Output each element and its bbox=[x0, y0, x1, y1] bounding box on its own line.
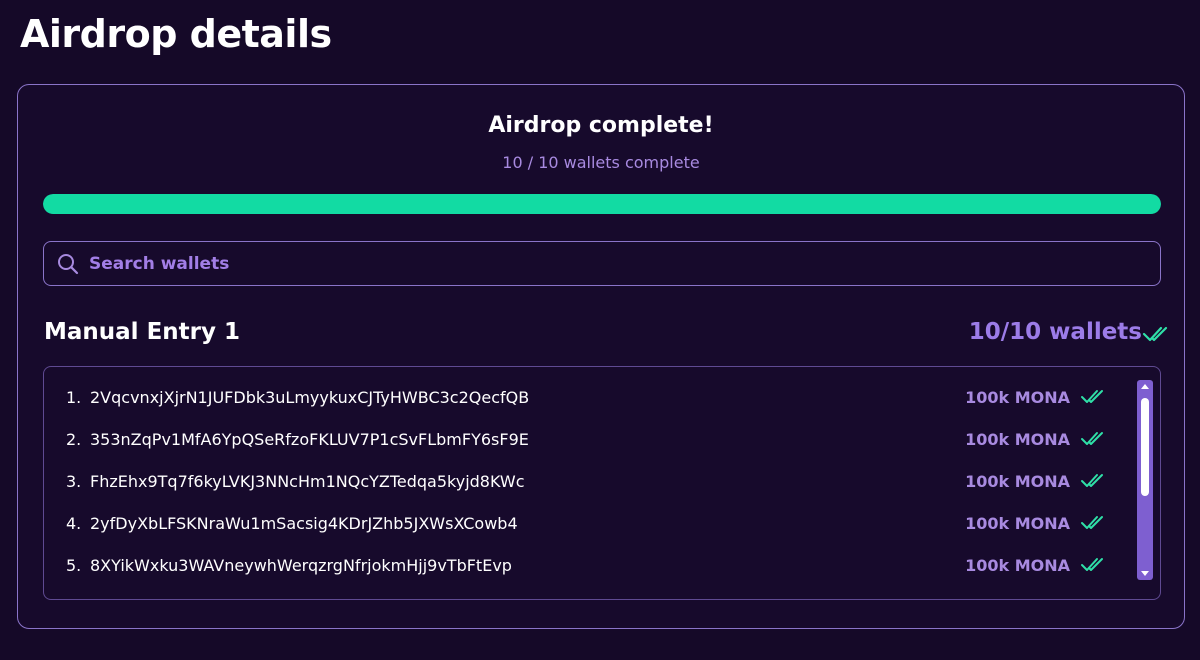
wallet-address: 2VqcvnxjXjrN1JUFDbk3uLmyykuxCJTyHWBC3c2Q… bbox=[90, 387, 530, 407]
search-icon bbox=[57, 253, 79, 275]
double-check-icon bbox=[1080, 514, 1106, 532]
wallet-amount: 100k MONA bbox=[965, 513, 1070, 533]
group-title: Manual Entry 1 bbox=[44, 319, 240, 345]
wallet-row: 2. 353nZqPv1MfA6YpQSeRfzoFKLUV7P1cSvFLbm… bbox=[44, 418, 1124, 460]
progress-bar-fill bbox=[43, 194, 1161, 214]
wallet-index: 3. bbox=[66, 471, 82, 491]
wallet-row: 4. 2yfDyXbLFSKNraWu1mSacsig4KDrJZhb5JXWs… bbox=[44, 502, 1124, 544]
double-check-icon bbox=[1080, 388, 1106, 406]
wallet-row: 5. 8XYikWxku3WAVneywhWerqzrgNfrjokmHjj9v… bbox=[44, 544, 1124, 586]
wallet-address: FhzEhx9Tq7f6kyLVKJ3NNcHm1NQcYZTedqa5kyjd… bbox=[90, 471, 525, 491]
search-input[interactable] bbox=[89, 242, 1160, 285]
double-check-icon bbox=[1080, 556, 1106, 574]
wallet-amount: 100k MONA bbox=[965, 555, 1070, 575]
wallet-amount: 100k MONA bbox=[965, 471, 1070, 491]
scroll-down-arrow-icon[interactable] bbox=[1141, 571, 1149, 576]
wallet-index: 2. bbox=[66, 429, 82, 449]
double-check-icon bbox=[1080, 430, 1106, 448]
scroll-up-arrow-icon[interactable] bbox=[1141, 384, 1149, 389]
wallet-amount: 100k MONA bbox=[965, 387, 1070, 407]
search-box[interactable] bbox=[43, 241, 1161, 286]
page-title: Airdrop details bbox=[20, 12, 332, 56]
status-title: Airdrop complete! bbox=[488, 113, 714, 138]
wallet-row: 1. 2VqcvnxjXjrN1JUFDbk3uLmyykuxCJTyHWBC3… bbox=[44, 376, 1124, 418]
status-subtitle: 10 / 10 wallets complete bbox=[502, 153, 700, 172]
wallet-address: 8XYikWxku3WAVneywhWerqzrgNfrjokmHjj9vTbF… bbox=[90, 555, 512, 575]
wallet-amount: 100k MONA bbox=[965, 429, 1070, 449]
double-check-icon bbox=[1080, 472, 1106, 490]
wallet-index: 5. bbox=[66, 555, 82, 575]
wallet-address: 353nZqPv1MfA6YpQSeRfzoFKLUV7P1cSvFLbmFY6… bbox=[90, 429, 529, 449]
wallet-list-scrollbar[interactable] bbox=[1137, 380, 1153, 580]
wallet-address: 2yfDyXbLFSKNraWu1mSacsig4KDrJZhb5JXWsXCo… bbox=[90, 513, 518, 533]
scrollbar-thumb[interactable] bbox=[1141, 398, 1149, 496]
group-wallet-count: 10/10 wallets bbox=[968, 319, 1142, 345]
double-check-icon bbox=[1142, 323, 1170, 345]
wallet-list[interactable]: 1. 2VqcvnxjXjrN1JUFDbk3uLmyykuxCJTyHWBC3… bbox=[43, 366, 1161, 600]
airdrop-panel: Airdrop complete! 10 / 10 wallets comple… bbox=[17, 84, 1185, 629]
wallet-row: 3. FhzEhx9Tq7f6kyLVKJ3NNcHm1NQcYZTedqa5k… bbox=[44, 460, 1124, 502]
wallet-index: 1. bbox=[66, 387, 82, 407]
progress-bar bbox=[43, 194, 1161, 214]
wallet-index: 4. bbox=[66, 513, 82, 533]
